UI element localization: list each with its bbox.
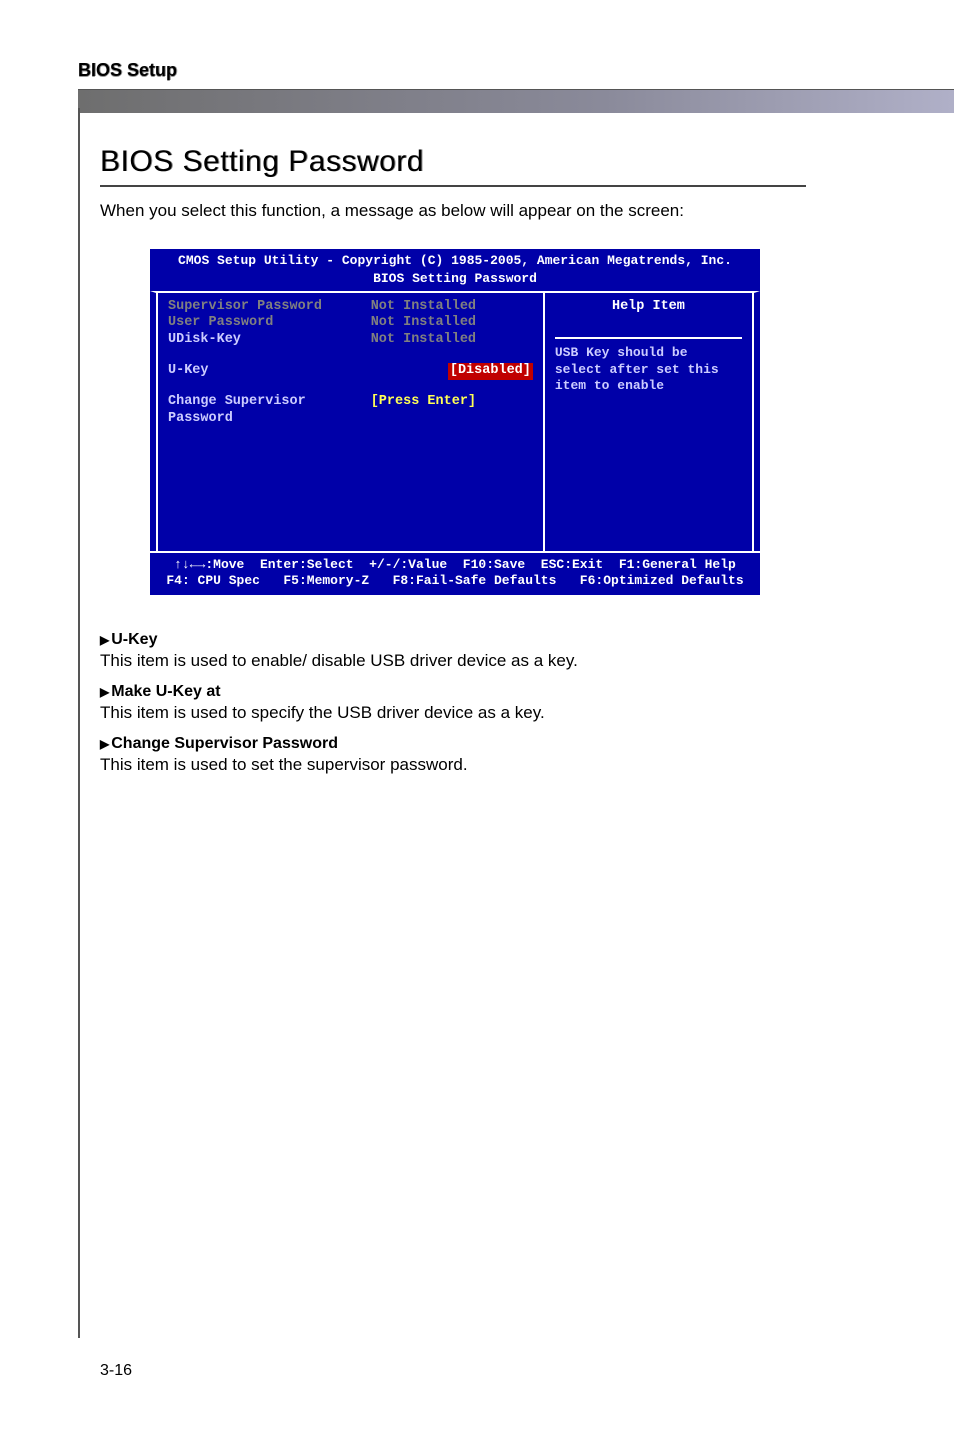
bios-row-udisk: UDisk-Key Not Installed [168, 332, 533, 349]
content-area: BIOS Setting Password When you select th… [100, 113, 894, 775]
bios-title-line: CMOS Setup Utility - Copyright (C) 1985-… [150, 249, 760, 271]
bios-help-panel: Help Item USB Key should be select after… [543, 293, 754, 551]
bios-help-text: USB Key should be select after set this … [555, 345, 742, 394]
description-item-change-pw: ▶Change Supervisor Password This item is… [100, 735, 894, 775]
bios-label: User Password [168, 315, 371, 332]
header-gradient-bar [78, 89, 954, 113]
bios-label: UDisk-Key [168, 332, 371, 349]
bios-label: U-Key [168, 363, 448, 380]
triangle-icon: ▶ [100, 737, 109, 751]
bios-value: Not Installed [371, 299, 533, 316]
section-intro-text: When you select this function, a message… [100, 201, 894, 221]
bios-footer-line-1: ↑↓←→:Move Enter:Select +/-/:Value F10:Sa… [158, 557, 752, 573]
bios-value: Not Installed [371, 332, 533, 349]
triangle-icon: ▶ [100, 633, 109, 647]
description-text: This item is used to enable/ disable USB… [100, 651, 894, 671]
page-number: 3-16 [100, 1362, 132, 1380]
description-heading: ▶Change Supervisor Password [100, 735, 894, 753]
description-block: ▶U-Key This item is used to enable/ disa… [100, 631, 894, 775]
bios-footer-line-2: F4: CPU Spec F5:Memory-Z F8:Fail-Safe De… [158, 573, 752, 589]
section-title-underline [100, 185, 806, 187]
left-rule [78, 108, 80, 1338]
bios-body: Supervisor Password Not Installed User P… [150, 291, 760, 551]
bios-label: Supervisor Password [168, 299, 371, 316]
spacer [168, 380, 533, 394]
bios-value-selected: [Disabled] [448, 363, 533, 380]
bios-help-title: Help Item [555, 299, 742, 340]
description-heading: ▶U-Key [100, 631, 894, 649]
description-heading-text: Make U-Key at [111, 683, 220, 700]
header-chapter-label: BIOS Setup [78, 60, 954, 81]
bios-row-user: User Password Not Installed [168, 315, 533, 332]
description-item-make-ukey: ▶Make U-Key at This item is used to spec… [100, 683, 894, 723]
spacer [168, 349, 533, 363]
description-heading-text: U-Key [111, 631, 157, 648]
bios-row-supervisor: Supervisor Password Not Installed [168, 299, 533, 316]
bios-value-action: [Press Enter] [371, 394, 533, 428]
description-item-ukey: ▶U-Key This item is used to enable/ disa… [100, 631, 894, 671]
bios-subtitle: BIOS Setting Password [150, 271, 760, 290]
description-text: This item is used to set the supervisor … [100, 755, 894, 775]
bios-screenshot: CMOS Setup Utility - Copyright (C) 1985-… [150, 249, 760, 595]
description-heading: ▶Make U-Key at [100, 683, 894, 701]
bios-value: Not Installed [371, 315, 533, 332]
bios-label: Change Supervisor Password [168, 394, 371, 428]
section-title: BIOS Setting Password [100, 145, 894, 179]
description-heading-text: Change Supervisor Password [111, 735, 338, 752]
triangle-icon: ▶ [100, 685, 109, 699]
description-text: This item is used to specify the USB dri… [100, 703, 894, 723]
bios-row-change-pw: Change Supervisor Password [Press Enter] [168, 394, 533, 428]
bios-settings-panel: Supervisor Password Not Installed User P… [156, 293, 543, 551]
bios-footer: ↑↓←→:Move Enter:Select +/-/:Value F10:Sa… [150, 551, 760, 596]
bios-row-ukey: U-Key [Disabled] [168, 363, 533, 380]
page-container: BIOS Setup BIOS Setting Password When yo… [0, 0, 954, 1432]
